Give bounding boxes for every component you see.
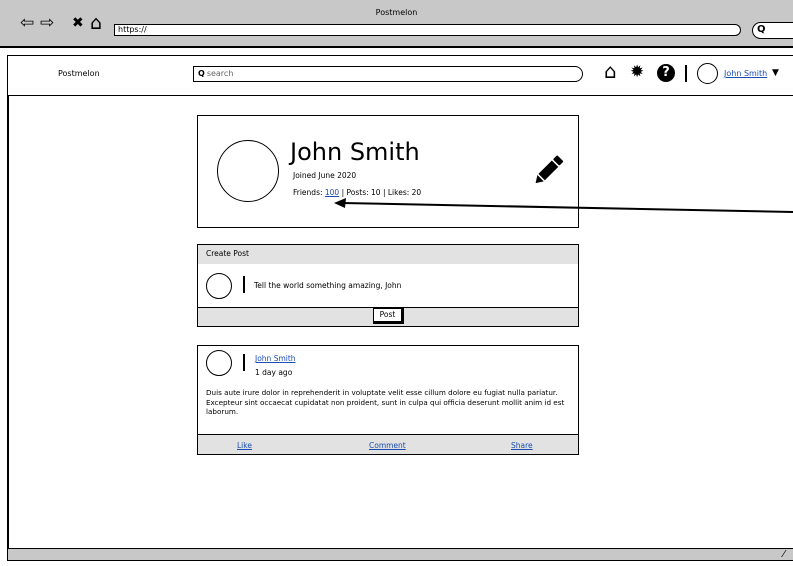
post-divider [243,354,245,371]
profile-joined: Joined June 2020 [293,171,357,180]
back-icon[interactable]: ⇦ [20,14,34,32]
search-icon: Q [198,69,205,78]
post-timestamp: 1 day ago [255,368,293,377]
help-icon[interactable]: ? [657,64,675,82]
create-post-input[interactable]: Tell the world something amazing, John [254,281,401,290]
post-avatar [206,350,232,376]
like-link[interactable]: Like [237,441,252,450]
header-avatar[interactable] [697,63,718,84]
home-icon[interactable]: ⌂ [604,61,617,81]
browser-search-icon: Q [757,24,766,35]
page-border [7,96,9,548]
forward-icon[interactable]: ⇨ [40,14,54,32]
browser-search-field[interactable]: Q [752,22,793,39]
post-text: Duis aute irure dolor in reprehenderit i… [206,388,565,416]
post-button[interactable]: Post [373,308,404,324]
url-bar[interactable]: https:// [114,24,741,36]
app-logo-text[interactable]: Postmelon [58,69,100,78]
profile-avatar [217,140,279,202]
window-title: Postmelon [375,8,418,17]
stats-prefix: Friends: [293,188,325,197]
annotation-arrow [334,198,793,213]
create-post-header: Create Post [197,244,579,265]
create-post-avatar [206,273,232,299]
comment-link[interactable]: Comment [369,441,406,450]
edit-pencil-icon[interactable] [532,152,564,188]
settings-icon[interactable]: ✹ [630,63,644,81]
profile-name: John Smith [290,138,420,166]
header-divider [685,65,687,82]
text-cursor [243,276,245,293]
search-placeholder: search [206,69,234,78]
status-bar [7,548,793,561]
post-author-link[interactable]: John Smith [255,354,296,363]
browser-home-icon[interactable]: ⌂ [90,14,102,33]
chevron-down-icon[interactable]: ▼ [772,68,779,78]
stop-icon[interactable]: ✖ [72,14,84,32]
search-input[interactable]: Qsearch [193,66,583,82]
share-link[interactable]: Share [511,441,533,450]
header-user-link[interactable]: John Smith [724,69,767,78]
resize-handle-icon[interactable]: ⁄ [783,549,785,560]
